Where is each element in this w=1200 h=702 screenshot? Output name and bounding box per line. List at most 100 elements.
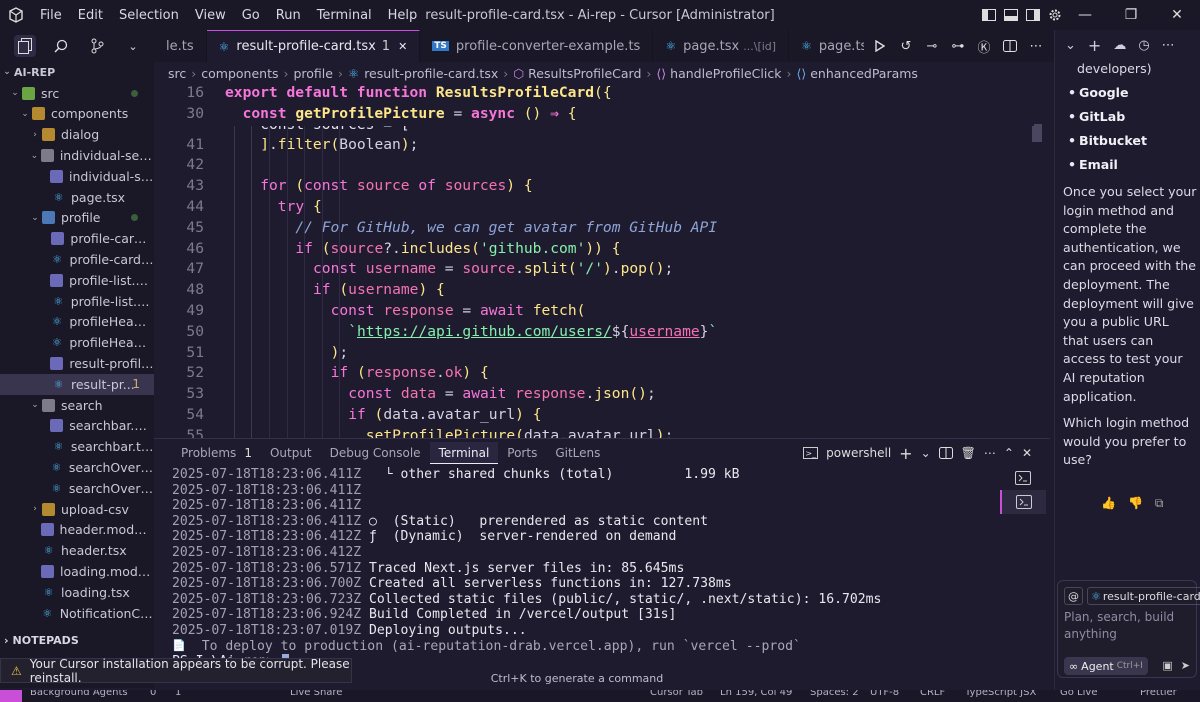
minimize-icon[interactable]: — bbox=[1062, 0, 1108, 30]
thumbs-up-icon[interactable]: 👍 bbox=[1101, 496, 1116, 511]
next-change-icon[interactable]: ⊶ bbox=[948, 36, 968, 56]
file-item[interactable]: ⚛ profileHeader... bbox=[0, 312, 154, 333]
file-item[interactable]: ⚛ page.tsx bbox=[0, 187, 154, 208]
panel-tab-gitlens[interactable]: GitLens bbox=[546, 439, 609, 467]
file-item[interactable]: ⚛ loading.tsx bbox=[0, 582, 154, 603]
chevron-down-icon[interactable]: ⌄ bbox=[1065, 38, 1076, 53]
menu-view[interactable]: View bbox=[187, 8, 234, 23]
file-item[interactable]: profile-list.mo... bbox=[0, 270, 154, 291]
file-item[interactable]: ⚛ result-pr... 1 bbox=[0, 373, 154, 395]
prev-change-icon[interactable]: ⊸ bbox=[922, 36, 942, 56]
close-window-icon[interactable]: ✕ bbox=[1154, 0, 1200, 30]
file-item[interactable]: ⚛ header.tsx bbox=[0, 540, 154, 561]
editor-tab[interactable]: TS profile-converter-example.ts bbox=[420, 30, 654, 62]
more-icon[interactable]: ⋯ bbox=[984, 446, 996, 460]
search-icon[interactable] bbox=[50, 35, 72, 57]
code-editor[interactable]: const sources = [16export default functi… bbox=[154, 84, 1050, 438]
file-item[interactable]: ⚛ profile-card.tsx bbox=[0, 249, 154, 270]
file-item[interactable]: profile-card.... bbox=[0, 228, 154, 249]
panel-tab-debug-console[interactable]: Debug Console bbox=[321, 439, 430, 467]
context-file-chip[interactable]: ⚛ result-profile-card.t bbox=[1087, 587, 1200, 605]
panel-tab-ports[interactable]: Ports bbox=[498, 439, 546, 467]
chevron-down-icon[interactable]: ⌄ bbox=[122, 35, 144, 57]
restore-icon[interactable]: ❐ bbox=[1108, 0, 1154, 30]
folder-item[interactable]: ⌄ search bbox=[0, 395, 154, 416]
split-editor-icon[interactable] bbox=[1000, 36, 1020, 56]
chevron-down-icon[interactable]: ⌄ bbox=[921, 446, 931, 460]
cursor-agent-icon[interactable]: Ⓚ bbox=[974, 36, 994, 56]
encoding[interactable]: UTF-8 bbox=[870, 690, 899, 698]
warning-count[interactable]: 1 bbox=[175, 690, 181, 698]
new-chat-icon[interactable]: + bbox=[1088, 36, 1101, 55]
file-item[interactable]: individual-sea... bbox=[0, 166, 154, 187]
menu-run[interactable]: Run bbox=[268, 8, 309, 23]
file-item[interactable]: header.module... bbox=[0, 520, 154, 541]
close-tab-icon[interactable]: ✕ bbox=[398, 40, 407, 53]
file-item[interactable]: loading.modul... bbox=[0, 561, 154, 582]
menu-go[interactable]: Go bbox=[234, 8, 268, 23]
toggle-sidebar-icon[interactable] bbox=[980, 6, 998, 24]
toggle-secondary-sidebar-icon[interactable] bbox=[1024, 6, 1042, 24]
source-control-icon[interactable] bbox=[86, 35, 108, 57]
error-count[interactable]: 0 bbox=[150, 690, 156, 698]
send-icon[interactable]: ➤ bbox=[1181, 659, 1190, 672]
folder-item[interactable]: ⌄ individual-sear... bbox=[0, 145, 154, 166]
indentation[interactable]: Spaces: 2 bbox=[810, 690, 859, 698]
panel-tab-output[interactable]: Output bbox=[261, 439, 321, 467]
cursor-tab[interactable]: Cursor Tab bbox=[650, 690, 703, 698]
live-share[interactable]: Live Share bbox=[290, 690, 342, 698]
more-actions-icon[interactable]: ⋯ bbox=[1026, 36, 1046, 56]
file-item[interactable]: ⚛ searchOverlay... bbox=[0, 457, 154, 478]
remote-indicator[interactable] bbox=[0, 690, 22, 702]
panel-tab-problems[interactable]: Problems 1 bbox=[172, 439, 261, 467]
add-context-icon[interactable]: @ bbox=[1064, 587, 1083, 605]
eol[interactable]: CRLF bbox=[920, 690, 945, 698]
terminal-instance-icon[interactable] bbox=[1000, 490, 1046, 514]
trash-icon[interactable]: 🗑 bbox=[961, 446, 976, 460]
menu-terminal[interactable]: Terminal bbox=[309, 8, 380, 23]
prettier[interactable]: Prettier bbox=[1140, 690, 1177, 698]
corrupt-install-notification[interactable]: ⚠ Your Cursor installation appears to be… bbox=[0, 657, 352, 685]
folder-item[interactable]: ⌄ profile bbox=[0, 208, 154, 229]
file-item[interactable]: ⚛ searchbar.tsx bbox=[0, 436, 154, 457]
file-item[interactable]: result-profile-... bbox=[0, 353, 154, 374]
breadcrumb-function[interactable]: handleProfileClick bbox=[670, 66, 781, 81]
editor-tab[interactable]: ⚛ page.tsx ...\[id] bbox=[653, 30, 790, 62]
agent-mode-button[interactable]: ∞ Agent Ctrl+I bbox=[1064, 657, 1148, 675]
notepads-section[interactable]: › NOTEPADS bbox=[0, 630, 154, 650]
history-icon[interactable]: ◷ bbox=[1138, 38, 1149, 53]
file-item[interactable]: ⚛ NotificationCar... bbox=[0, 603, 154, 624]
folder-item[interactable]: ⌄ components bbox=[0, 104, 154, 125]
breadcrumb-file[interactable]: result-profile-card.tsx bbox=[364, 66, 498, 81]
chat-input-box[interactable]: @ ⚛ result-profile-card.t Plan, search, b… bbox=[1057, 580, 1200, 678]
menu-help[interactable]: Help bbox=[380, 8, 426, 23]
breadcrumb-variable[interactable]: enhancedParams bbox=[810, 66, 918, 81]
shell-name[interactable]: powershell bbox=[826, 446, 891, 460]
new-terminal-icon[interactable]: + bbox=[899, 444, 912, 463]
menu-edit[interactable]: Edit bbox=[70, 8, 111, 23]
breadcrumb-src[interactable]: src bbox=[168, 66, 186, 81]
file-item[interactable]: ⚛ profile-list.tsx bbox=[0, 291, 154, 312]
cursor-position[interactable]: Ln 159, Col 49 bbox=[720, 690, 792, 698]
copy-icon[interactable]: ⧉ bbox=[1155, 496, 1164, 511]
editor-tab[interactable]: ⚛ result-profile-card.tsx 1 ✕ bbox=[206, 30, 421, 62]
folder-item[interactable]: ⌄ src bbox=[0, 83, 154, 104]
split-terminal-icon[interactable] bbox=[938, 447, 953, 459]
folder-item[interactable]: › upload-csv bbox=[0, 499, 154, 520]
menu-file[interactable]: File bbox=[32, 8, 70, 23]
language-mode[interactable]: TypeScript JSX bbox=[965, 690, 1036, 698]
panel-tab-terminal[interactable]: Terminal bbox=[429, 442, 499, 464]
terminal-instance-icon[interactable] bbox=[1000, 466, 1046, 490]
editor-tab[interactable]: ⚛page.tsx...\conse bbox=[789, 30, 864, 62]
folder-item[interactable]: › dialog bbox=[0, 124, 154, 145]
explorer-root[interactable]: ⌄ AI-REP bbox=[0, 62, 154, 83]
breadcrumb-components[interactable]: components bbox=[201, 66, 278, 81]
history-icon[interactable]: ↺ bbox=[896, 36, 916, 56]
breadcrumb-profile[interactable]: profile bbox=[293, 66, 332, 81]
terminal-output[interactable]: 2025-07-18T18:23:06.411Z └ other shared … bbox=[172, 467, 1012, 667]
run-icon[interactable] bbox=[870, 36, 890, 56]
more-icon[interactable]: ⋯ bbox=[1162, 38, 1175, 53]
go-live[interactable]: Go Live bbox=[1060, 690, 1097, 698]
editor-scrollbar[interactable] bbox=[1032, 124, 1042, 142]
thumbs-down-icon[interactable]: 👎 bbox=[1128, 496, 1143, 511]
